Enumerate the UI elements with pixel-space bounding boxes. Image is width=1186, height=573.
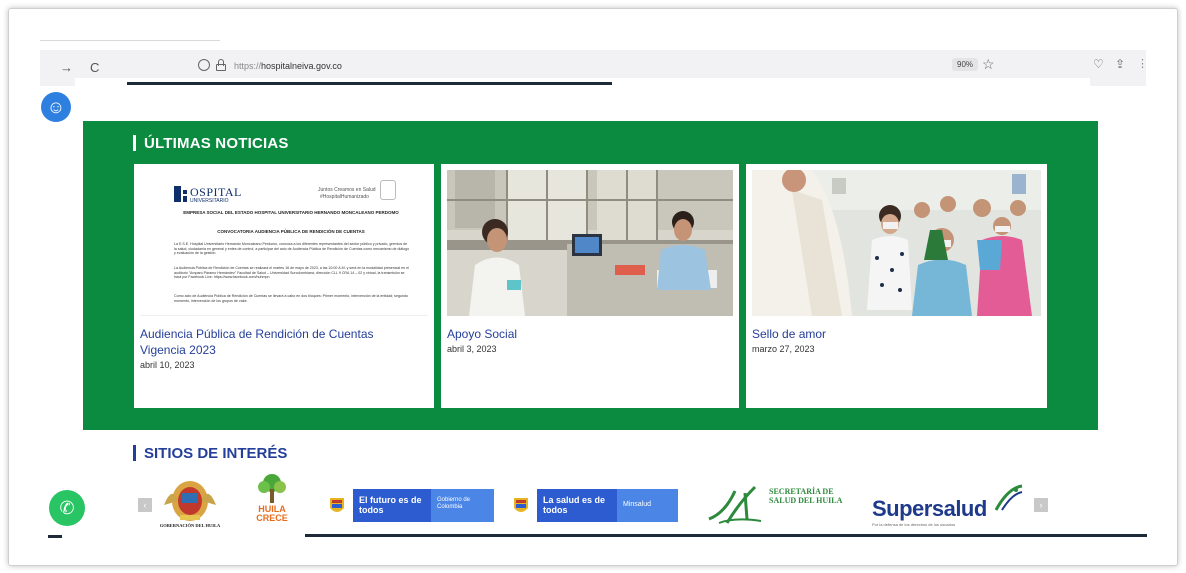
news-card[interactable]: OSPITAL UNIVERSITARIO Juntos Creamos en … [134, 164, 434, 408]
huila-crece-text: HUILA CRECE [256, 504, 288, 523]
doc-heading: EMPRESA SOCIAL DEL ESTADO HOSPITAL UNIVE… [183, 210, 399, 215]
supersalud-swoosh-icon [994, 484, 1023, 511]
sites-heading: SITIOS DE INTERÉS [133, 445, 287, 462]
pocket-icon[interactable]: ♡ [1093, 57, 1104, 71]
bottom-divider-left [48, 535, 62, 538]
futuro-de-todos-logo[interactable]: El futuro es de todos Gobierno de Colomb… [321, 489, 494, 522]
reload-button[interactable]: C [90, 61, 99, 75]
news-card-date: abril 10, 2023 [140, 360, 195, 370]
address-bar[interactable]: https://hospitalneiva.gov.co [234, 61, 342, 71]
news-card-image[interactable] [752, 170, 1041, 316]
tracking-shield-icon[interactable] [198, 59, 210, 71]
news-card-title[interactable]: Audiencia Pública de Rendición de Cuenta… [140, 326, 410, 358]
doc-paragraph-1: La E.S.E. Hospital Universitario Hernand… [174, 242, 410, 256]
colombia-crest-icon [321, 489, 353, 522]
news-heading-text: ÚLTIMAS NOTICIAS [144, 135, 289, 152]
top-divider [127, 82, 612, 85]
news-section: ÚLTIMAS NOTICIAS OSPITAL UNIVERSITARIO J… [83, 121, 1098, 430]
news-heading: ÚLTIMAS NOTICIAS [133, 135, 289, 152]
supersalud-logo[interactable]: Supersalud Por la defensa de los derecho… [872, 484, 1032, 528]
secretaria-emblem-icon [708, 485, 762, 524]
news-card-date: abril 3, 2023 [447, 344, 497, 354]
salud-sub-text: Minsalud [617, 489, 678, 522]
news-card-date: marzo 27, 2023 [752, 344, 815, 354]
bookmark-star-icon[interactable]: ☆ [982, 56, 995, 73]
url-protocol: https:// [234, 61, 262, 71]
doc-tagline-1: Juntos Creamos en Salud [318, 187, 376, 193]
news-card[interactable]: Sello de amor marzo 27, 2023 [746, 164, 1047, 408]
tree-icon [258, 474, 286, 503]
news-card-image[interactable]: OSPITAL UNIVERSITARIO Juntos Creamos en … [140, 170, 428, 316]
url-host: hospitalneiva.gov.co [261, 61, 342, 71]
carousel-next-button[interactable]: › [1034, 498, 1048, 512]
secretaria-text: SECRETARÍA DE SALUD DEL HUILA [769, 487, 843, 505]
gobernacion-caption: GOBERNACIÓN DEL HUILA [159, 523, 221, 528]
accessibility-icon[interactable]: ☺ [41, 92, 71, 122]
forward-button[interactable]: → [60, 61, 73, 75]
bottom-divider [305, 534, 1147, 537]
news-card-title[interactable]: Sello de amor [752, 326, 1022, 342]
gobernacion-huila-logo[interactable]: GOBERNACIÓN DEL HUILA [150, 475, 230, 531]
doc-paragraph-2: La Audiencia Pública de Rendición de Cue… [174, 266, 409, 280]
supersalud-text: Supersalud [872, 496, 987, 521]
lock-icon[interactable] [216, 59, 226, 71]
news-card-title[interactable]: Apoyo Social [447, 326, 717, 342]
doc-logo-sub: UNIVERSITARIO [190, 198, 229, 204]
doc-subheading: CONVOCATORIA AUDIENCIA PÚBLICA DE RENDIC… [217, 229, 365, 234]
salud-main-text: La salud es de todos [537, 489, 617, 522]
salud-de-todos-logo[interactable]: La salud es de todos Minsalud [505, 489, 678, 522]
secretaria-salud-huila-logo[interactable]: SECRETARÍA DE SALUD DEL HUILA [705, 483, 845, 527]
zoom-level[interactable]: 90% [952, 58, 979, 71]
doc-paragraph-3: Como acto de Audiencia Pública de Rendic… [174, 294, 408, 303]
photo-office-scene [447, 170, 733, 316]
sites-heading-text: SITIOS DE INTERÉS [144, 445, 288, 462]
share-icon[interactable]: ⇪ [1115, 57, 1125, 71]
doc-tagline-2: #HospitalHumanizado [320, 194, 369, 200]
futuro-main-text: El futuro es de todos [353, 489, 431, 522]
news-card[interactable]: Apoyo Social abril 3, 2023 [441, 164, 739, 408]
doc-figure-icon [380, 180, 396, 200]
gobernacion-crest-icon [164, 481, 216, 521]
whatsapp-icon[interactable]: ✆ [49, 490, 85, 526]
futuro-sub-text: Gobierno de Colombia [431, 489, 494, 522]
more-icon[interactable]: ⋮ [1137, 57, 1148, 70]
news-card-image[interactable] [447, 170, 733, 316]
photo-blessing-scene [752, 170, 1041, 316]
supersalud-tagline: Por la defensa de los derechos de los us… [872, 522, 956, 527]
huila-crece-logo[interactable]: HUILA CRECE [250, 473, 294, 531]
colombia-crest-icon [505, 489, 537, 522]
